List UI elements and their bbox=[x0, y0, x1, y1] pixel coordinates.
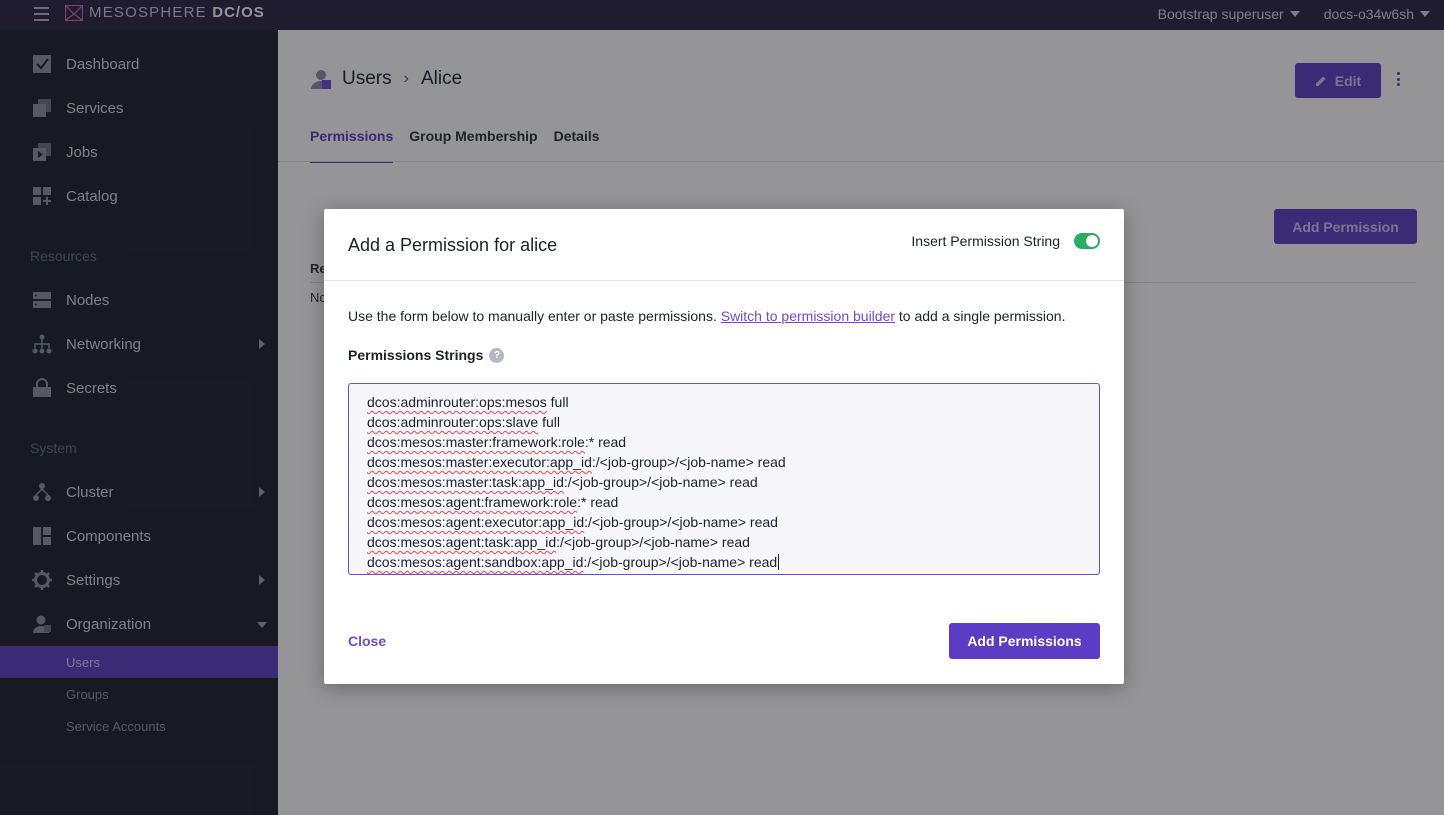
add-permissions-button[interactable]: Add Permissions bbox=[949, 623, 1100, 659]
permissions-textarea[interactable]: dcos:adminrouter:ops:mesos full dcos:adm… bbox=[348, 383, 1100, 575]
modal-divider bbox=[324, 280, 1124, 281]
desc-text-before: Use the form below to manually enter or … bbox=[348, 308, 721, 324]
text-cursor bbox=[778, 554, 780, 570]
permission-line: dcos:mesos:master:executor:app_id:/<job-… bbox=[367, 452, 1081, 472]
permission-line: dcos:mesos:agent:sandbox:app_id:/<job-gr… bbox=[367, 552, 1081, 572]
permission-id: dcos:adminrouter:ops:slave bbox=[367, 414, 539, 430]
permission-line: dcos:adminrouter:ops:slave full bbox=[367, 412, 1081, 432]
permission-action: :/<job-group>/<job-name> read bbox=[584, 514, 778, 530]
desc-text-after: to add a single permission. bbox=[895, 308, 1066, 324]
field-label-text: Permissions Strings bbox=[348, 347, 484, 363]
permission-action: full bbox=[546, 394, 569, 410]
permission-id: dcos:mesos:master:task:app_id bbox=[367, 474, 564, 490]
permissions-strings-label: Permissions Strings ? bbox=[348, 347, 505, 363]
permission-action: :* read bbox=[584, 434, 627, 450]
permission-id: dcos:mesos:agent:framework:role bbox=[367, 494, 578, 510]
permission-line: dcos:mesos:agent:task:app_id:/<job-group… bbox=[367, 532, 1081, 552]
add-permission-modal: Add a Permission for alice Insert Permis… bbox=[324, 209, 1124, 684]
permission-line: dcos:mesos:master:framework:role:* read bbox=[367, 432, 1081, 452]
permission-action: :* read bbox=[577, 494, 619, 510]
insert-permission-string-toggle[interactable]: Insert Permission String bbox=[911, 233, 1100, 249]
modal-title: Add a Permission for alice bbox=[348, 235, 558, 255]
permission-line: dcos:mesos:agent:framework:role:* read bbox=[367, 492, 1081, 512]
help-icon[interactable]: ? bbox=[489, 347, 505, 363]
permission-action: :/<job-group>/<job-name> read bbox=[556, 534, 750, 550]
permission-id: dcos:mesos:master:executor:app_id bbox=[367, 454, 592, 470]
permission-line: dcos:mesos:master:task:app_id:/<job-grou… bbox=[367, 472, 1081, 492]
permission-id: dcos:mesos:agent:sandbox:app_id bbox=[367, 554, 584, 570]
toggle-switch[interactable] bbox=[1074, 233, 1100, 249]
switch-to-builder-link[interactable]: Switch to permission builder bbox=[721, 308, 895, 324]
permission-line: dcos:mesos:agent:executor:app_id:/<job-g… bbox=[367, 512, 1081, 532]
close-button[interactable]: Close bbox=[348, 633, 386, 649]
permission-id: dcos:adminrouter:ops:mesos bbox=[367, 394, 547, 410]
permission-action: full bbox=[538, 414, 560, 430]
permission-id: dcos:mesos:agent:task:app_id bbox=[367, 534, 557, 550]
permission-action: :/<job-group>/<job-name> read bbox=[583, 554, 778, 570]
toggle-label: Insert Permission String bbox=[911, 233, 1060, 249]
permission-line: dcos:adminrouter:ops:mesos full bbox=[367, 392, 1081, 412]
permission-action: :/<job-group>/<job-name> read bbox=[591, 454, 786, 470]
permission-id: dcos:mesos:master:framework:role bbox=[367, 434, 585, 450]
permission-action: :/<job-group>/<job-name> read bbox=[563, 474, 758, 490]
modal-description: Use the form below to manually enter or … bbox=[348, 308, 1065, 324]
permission-id: dcos:mesos:agent:executor:app_id bbox=[367, 514, 585, 530]
